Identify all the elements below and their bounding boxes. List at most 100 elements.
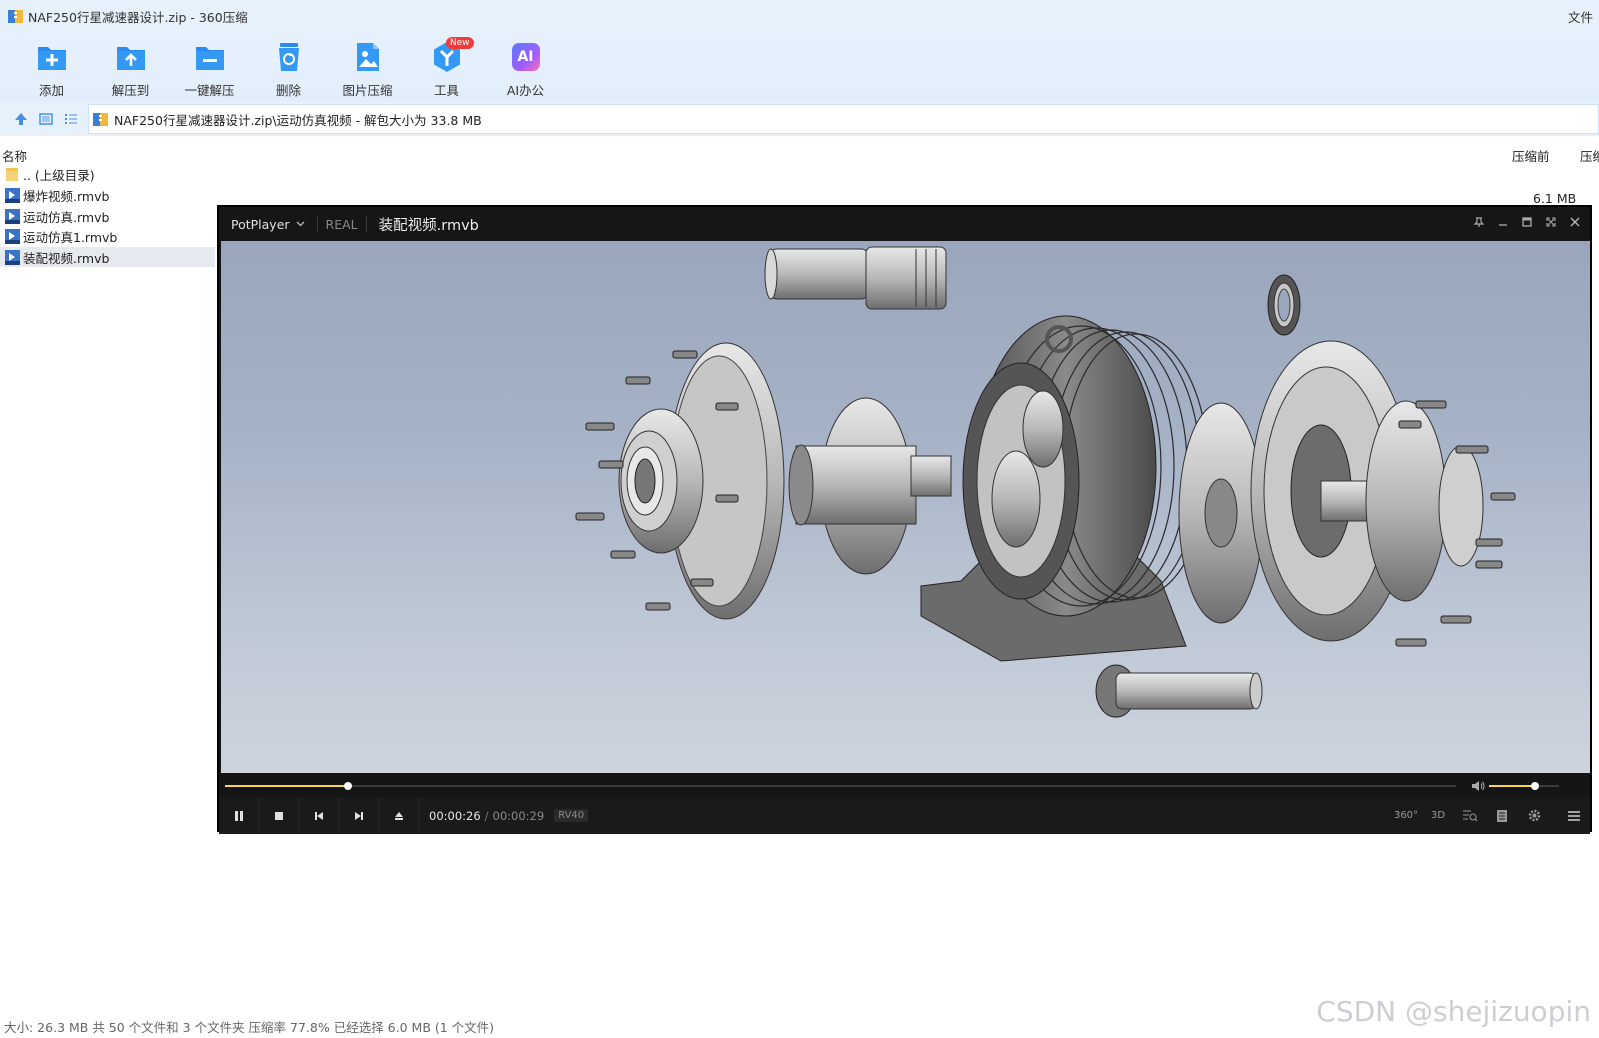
extract-to-button[interactable]: 解压到	[91, 32, 170, 102]
potplayer-window: PotPlayer REAL 装配视频.rmvb 00:00:26 / 00:0…	[217, 205, 1592, 834]
maximize-icon[interactable]	[1520, 215, 1534, 229]
seek-track	[225, 785, 1456, 787]
rmvb-file-icon	[5, 187, 20, 203]
next-button[interactable]	[339, 797, 379, 834]
player-title-bar: PotPlayer REAL 装配视频.rmvb	[219, 207, 1590, 241]
rmvb-file-icon	[5, 228, 20, 244]
new-badge: New	[445, 37, 474, 49]
list-item-file-selected[interactable]: 装配视频.rmvb	[0, 247, 215, 267]
window-title: NAF250行星减速器设计.zip - 360压缩	[28, 9, 248, 25]
tools-button[interactable]: New 工具	[407, 32, 486, 102]
coupling	[788, 397, 952, 575]
add-icon	[35, 40, 69, 74]
tools-icon: New	[430, 37, 474, 74]
stop-button[interactable]	[259, 797, 299, 834]
vr-360-button[interactable]: 360°	[1394, 806, 1418, 826]
time-separator: /	[484, 808, 489, 823]
pause-button[interactable]	[219, 797, 259, 834]
eject-icon	[394, 811, 403, 820]
pin-icon[interactable]	[1472, 215, 1486, 229]
planetary-gearbox-exploded-view-image	[575, 246, 1516, 718]
delete-label: 删除	[275, 83, 301, 98]
address-bar: NAF250行星减速器设计.zip\运动仿真视频 - 解包大小为 33.8 MB	[0, 102, 1599, 136]
previous-icon	[314, 811, 323, 820]
image-compress-label: 图片压缩	[342, 83, 393, 98]
path-text: NAF250行星减速器设计.zip\运动仿真视频 - 解包大小为 33.8 MB	[114, 112, 482, 128]
path-field[interactable]: NAF250行星减速器设计.zip\运动仿真视频 - 解包大小为 33.8 MB	[88, 104, 1599, 134]
file-name: 爆炸视频.rmvb	[23, 188, 110, 204]
codec-badge: RV40	[554, 809, 589, 822]
close-icon[interactable]	[1568, 215, 1582, 229]
column-size-after[interactable]: 压缩后	[1580, 146, 1599, 165]
column-name[interactable]: 名称	[2, 146, 27, 165]
zip-icon	[93, 112, 108, 127]
app-window: NAF250行星减速器设计.zip - 360压缩 文件 添加 解压到 一键解压	[0, 0, 1599, 1038]
add-label: 添加	[38, 83, 64, 98]
video-frame[interactable]	[221, 241, 1590, 773]
volume-slider[interactable]	[1489, 781, 1559, 791]
one-click-extract-label: 一键解压	[184, 83, 235, 98]
volume-level	[1489, 785, 1535, 787]
3d-button[interactable]: 3D	[1428, 806, 1448, 826]
toolbar: 添加 解压到 一键解压 删除 图片压缩 New 工具 AI AI办公	[0, 32, 1599, 102]
ai-office-button[interactable]: AI AI办公	[486, 32, 565, 102]
pause-icon	[234, 810, 243, 821]
tools-label: 工具	[433, 83, 459, 98]
seek-bar[interactable]	[225, 781, 1456, 791]
gear-shaft	[1095, 664, 1263, 718]
list-item-file[interactable]: 爆炸视频.rmvb	[0, 185, 215, 205]
seal-ring	[1267, 274, 1301, 336]
divider	[365, 215, 367, 233]
one-click-extract-button[interactable]: 一键解压	[170, 32, 249, 102]
thumbnail-view-icon[interactable]	[37, 111, 54, 128]
previous-button[interactable]	[299, 797, 339, 834]
delete-icon	[272, 40, 306, 74]
file-name: 运动仿真1.rmvb	[23, 229, 118, 245]
player-controls: 00:00:26 / 00:00:29 RV40 360° 3D	[219, 797, 1590, 834]
player-right-buttons: 360° 3D	[1394, 797, 1584, 834]
list-item-file[interactable]: 运动仿真.rmvb	[0, 206, 215, 226]
column-size-before[interactable]: 压缩前	[1512, 146, 1550, 165]
file-menu[interactable]: 文件	[1568, 7, 1593, 26]
watermark: CSDN @shejizuopin	[1316, 995, 1591, 1028]
title-bar: NAF250行星减速器设计.zip - 360压缩 文件	[0, 0, 1599, 32]
list-view-icon[interactable]	[62, 111, 79, 128]
time-current: 00:00:26	[429, 808, 481, 823]
volume-handle[interactable]	[1530, 782, 1539, 790]
add-button[interactable]: 添加	[12, 32, 91, 102]
image-compress-button[interactable]: 图片压缩	[328, 32, 407, 102]
up-arrow-icon[interactable]	[12, 111, 29, 128]
time-total: 00:00:29	[492, 808, 545, 823]
divider	[316, 215, 318, 233]
seek-handle[interactable]	[344, 782, 353, 790]
image-compress-icon	[351, 40, 385, 74]
player-brand: PotPlayer	[231, 216, 290, 232]
ai-office-icon: AI	[509, 40, 543, 74]
gear-housing	[920, 315, 1209, 662]
list-item-file[interactable]: 运动仿真1.rmvb	[0, 226, 215, 246]
next-icon	[354, 811, 363, 820]
rmvb-file-icon	[5, 249, 20, 265]
fullscreen-icon[interactable]	[1544, 215, 1558, 229]
minimize-icon[interactable]	[1496, 215, 1510, 229]
volume-icon[interactable]	[1471, 779, 1485, 793]
file-name: .. (上级目录)	[23, 167, 95, 183]
delete-button[interactable]: 删除	[249, 32, 328, 102]
eject-button[interactable]	[379, 797, 419, 834]
nav-icons	[0, 102, 88, 136]
menu-icon[interactable]	[1564, 806, 1584, 826]
file-name: 装配视频.rmvb	[23, 250, 110, 266]
player-file-name: 装配视频.rmvb	[378, 217, 479, 234]
file-name: 运动仿真.rmvb	[23, 209, 110, 225]
column-header: 名称 压缩前 压缩后	[0, 136, 1599, 168]
list-item-parent-dir[interactable]: .. (上级目录)	[0, 164, 215, 184]
potplayer-menu-button[interactable]: PotPlayer	[231, 217, 305, 232]
output-flange	[1178, 340, 1484, 642]
chapters-icon[interactable]	[1492, 806, 1512, 826]
playlist-search-icon[interactable]	[1460, 806, 1480, 826]
settings-gear-icon[interactable]	[1524, 806, 1544, 826]
stop-icon	[274, 811, 283, 820]
ai-icon-text: AI	[511, 43, 540, 71]
extract-to-icon	[114, 40, 148, 74]
player-window-buttons	[1472, 215, 1582, 229]
